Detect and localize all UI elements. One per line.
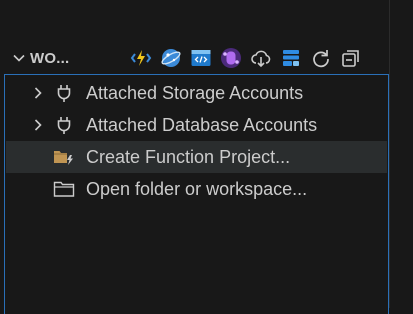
cosmos-db-icon[interactable] (158, 45, 184, 71)
deploy-cloud-icon[interactable] (248, 45, 274, 71)
collapse-all-icon[interactable] (338, 45, 364, 71)
section-header[interactable]: WO... (4, 42, 389, 74)
chevron-right-icon[interactable] (28, 109, 48, 141)
new-function-folder-icon (53, 141, 75, 173)
tree-item-label: Open folder or workspace... (86, 178, 308, 199)
tree-item-label: Create Function Project... (86, 146, 291, 167)
app-service-icon[interactable] (188, 45, 214, 71)
tree-item-open-folder[interactable]: Open folder or workspace... (6, 173, 387, 205)
section-actions (128, 45, 368, 71)
plug-icon (53, 109, 75, 141)
tree-item-label: Attached Database Accounts (86, 114, 318, 135)
storage-icon[interactable] (278, 45, 304, 71)
refresh-icon[interactable] (308, 45, 334, 71)
plug-icon (53, 77, 75, 109)
tree-item-label: Attached Storage Accounts (86, 82, 304, 103)
top-strip (0, 0, 413, 40)
tree-item-attached-storage[interactable]: Attached Storage Accounts (6, 77, 387, 109)
section-title[interactable]: WO... (30, 50, 104, 67)
panel-divider (389, 0, 390, 308)
tree-item-create-function-project[interactable]: Create Function Project... (6, 141, 387, 173)
folder-icon (53, 173, 75, 205)
azure-functions-icon[interactable] (128, 45, 154, 71)
tree-panel: Attached Storage Accounts Attached Datab… (4, 74, 389, 314)
chevron-down-icon[interactable] (8, 42, 30, 74)
tree-item-attached-database[interactable]: Attached Database Accounts (6, 109, 387, 141)
chevron-right-icon[interactable] (28, 77, 48, 109)
logic-apps-icon[interactable] (218, 45, 244, 71)
